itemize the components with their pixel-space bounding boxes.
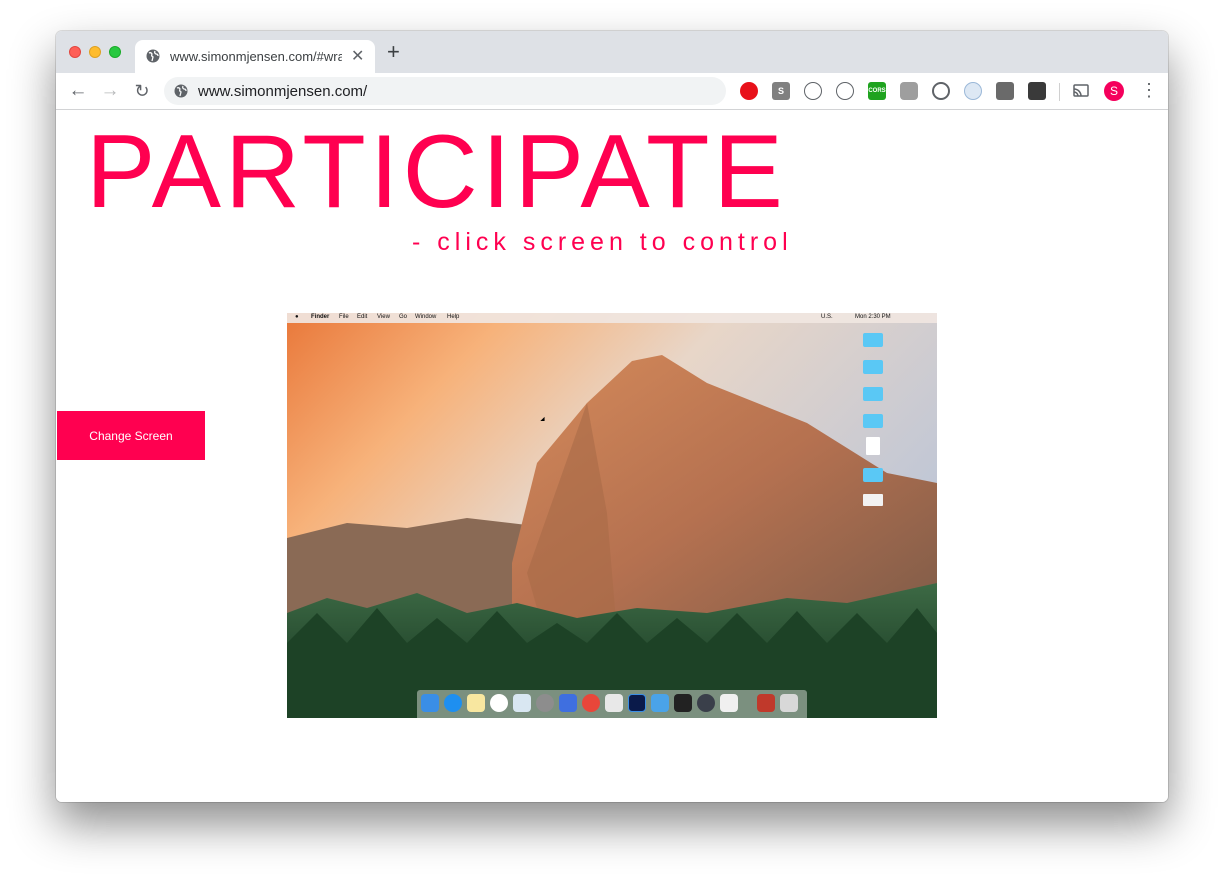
menubar-go: Go <box>399 314 408 320</box>
maximize-window-button[interactable] <box>109 46 121 58</box>
trash-icon <box>780 694 798 712</box>
image-file-icon <box>863 494 883 506</box>
folder-icon <box>863 360 883 374</box>
notes-icon <box>467 694 485 712</box>
menubar-file: File <box>339 314 349 320</box>
browser-menu-icon[interactable]: ⋮ <box>1140 80 1158 100</box>
close-tab-icon[interactable]: ✕ <box>351 46 364 66</box>
apple-icon: ● <box>295 314 299 320</box>
close-window-button[interactable] <box>69 46 81 58</box>
reload-button[interactable]: ↻ <box>130 79 154 103</box>
skype-icon[interactable] <box>836 82 854 100</box>
cast-icon[interactable] <box>1072 82 1090 100</box>
app-store-icon <box>559 694 577 712</box>
finder-icon <box>421 694 439 712</box>
chrome-icon <box>582 694 600 712</box>
menubar-flag: U.S. <box>821 314 833 320</box>
s-box-icon[interactable]: S <box>772 82 790 100</box>
preview-icon <box>605 694 623 712</box>
keynote-icon <box>513 694 531 712</box>
safari-icon <box>444 694 462 712</box>
xcode-icon <box>651 694 669 712</box>
cors-icon[interactable]: CORS <box>868 82 886 100</box>
address-text: www.simonmjensen.com/ <box>198 83 368 100</box>
tab-title: www.simonmjensen.com/#wrapper <box>170 49 342 64</box>
facebook-icon[interactable] <box>996 82 1014 100</box>
forward-button[interactable]: → <box>98 79 122 103</box>
browser-toolbar: ← → ↻ www.simonmjensen.com/ S CORS S ⋮ <box>56 73 1168 110</box>
change-screen-button[interactable]: Change Screen <box>57 411 205 460</box>
menubar-clock: Mon 2:30 PM <box>855 314 891 320</box>
phone-app-icon <box>757 694 775 712</box>
terminal-icon <box>674 694 692 712</box>
remote-screen[interactable]: ● Finder File Edit View Go Window Help U… <box>287 313 937 718</box>
puzzle-icon[interactable] <box>900 82 918 100</box>
toolbar-divider <box>1059 83 1060 101</box>
profile-avatar[interactable]: S <box>1104 81 1124 101</box>
document-icon <box>866 437 880 455</box>
circle-ext-icon[interactable] <box>964 82 982 100</box>
drop-icon[interactable] <box>932 82 950 100</box>
folder-icon <box>863 414 883 428</box>
dark-ext-icon[interactable] <box>1028 82 1046 100</box>
back-button[interactable]: ← <box>66 79 90 103</box>
browser-window: www.simonmjensen.com/#wrapper ✕ + ← → ↻ … <box>56 31 1168 802</box>
page-title: PARTICIPATE <box>86 114 787 230</box>
textedit-icon <box>720 694 738 712</box>
settings-icon <box>536 694 554 712</box>
page-subtitle: - click screen to control <box>412 228 793 256</box>
menubar-edit: Edit <box>357 314 368 320</box>
photoshop-icon <box>628 694 646 712</box>
folder-icon <box>863 468 883 482</box>
menubar-window: Window <box>415 314 437 320</box>
address-bar[interactable]: www.simonmjensen.com/ <box>164 77 726 105</box>
folder-icon <box>863 387 883 401</box>
mac-menubar: ● Finder File Edit View Go Window Help U… <box>287 313 937 323</box>
yosemite-wallpaper <box>287 313 937 718</box>
page-content: PARTICIPATE - click screen to control Ch… <box>56 110 1168 802</box>
minimize-window-button[interactable] <box>89 46 101 58</box>
site-info-icon[interactable] <box>174 84 188 103</box>
tab-simonmjensen[interactable]: www.simonmjensen.com/#wrapper ✕ <box>135 40 375 73</box>
globe-icon <box>146 49 160 68</box>
new-tab-button[interactable]: + <box>387 41 400 63</box>
code-brackets-icon[interactable] <box>804 82 822 100</box>
mac-dock <box>417 690 807 718</box>
tab-strip: www.simonmjensen.com/#wrapper ✕ + <box>56 31 1168 73</box>
menubar-help: Help <box>447 314 460 320</box>
red-hand-icon[interactable] <box>740 82 758 100</box>
atom-icon <box>697 694 715 712</box>
folder-icon <box>863 333 883 347</box>
photos-icon <box>490 694 508 712</box>
menubar-app: Finder <box>311 314 330 320</box>
menubar-view: View <box>377 314 390 320</box>
